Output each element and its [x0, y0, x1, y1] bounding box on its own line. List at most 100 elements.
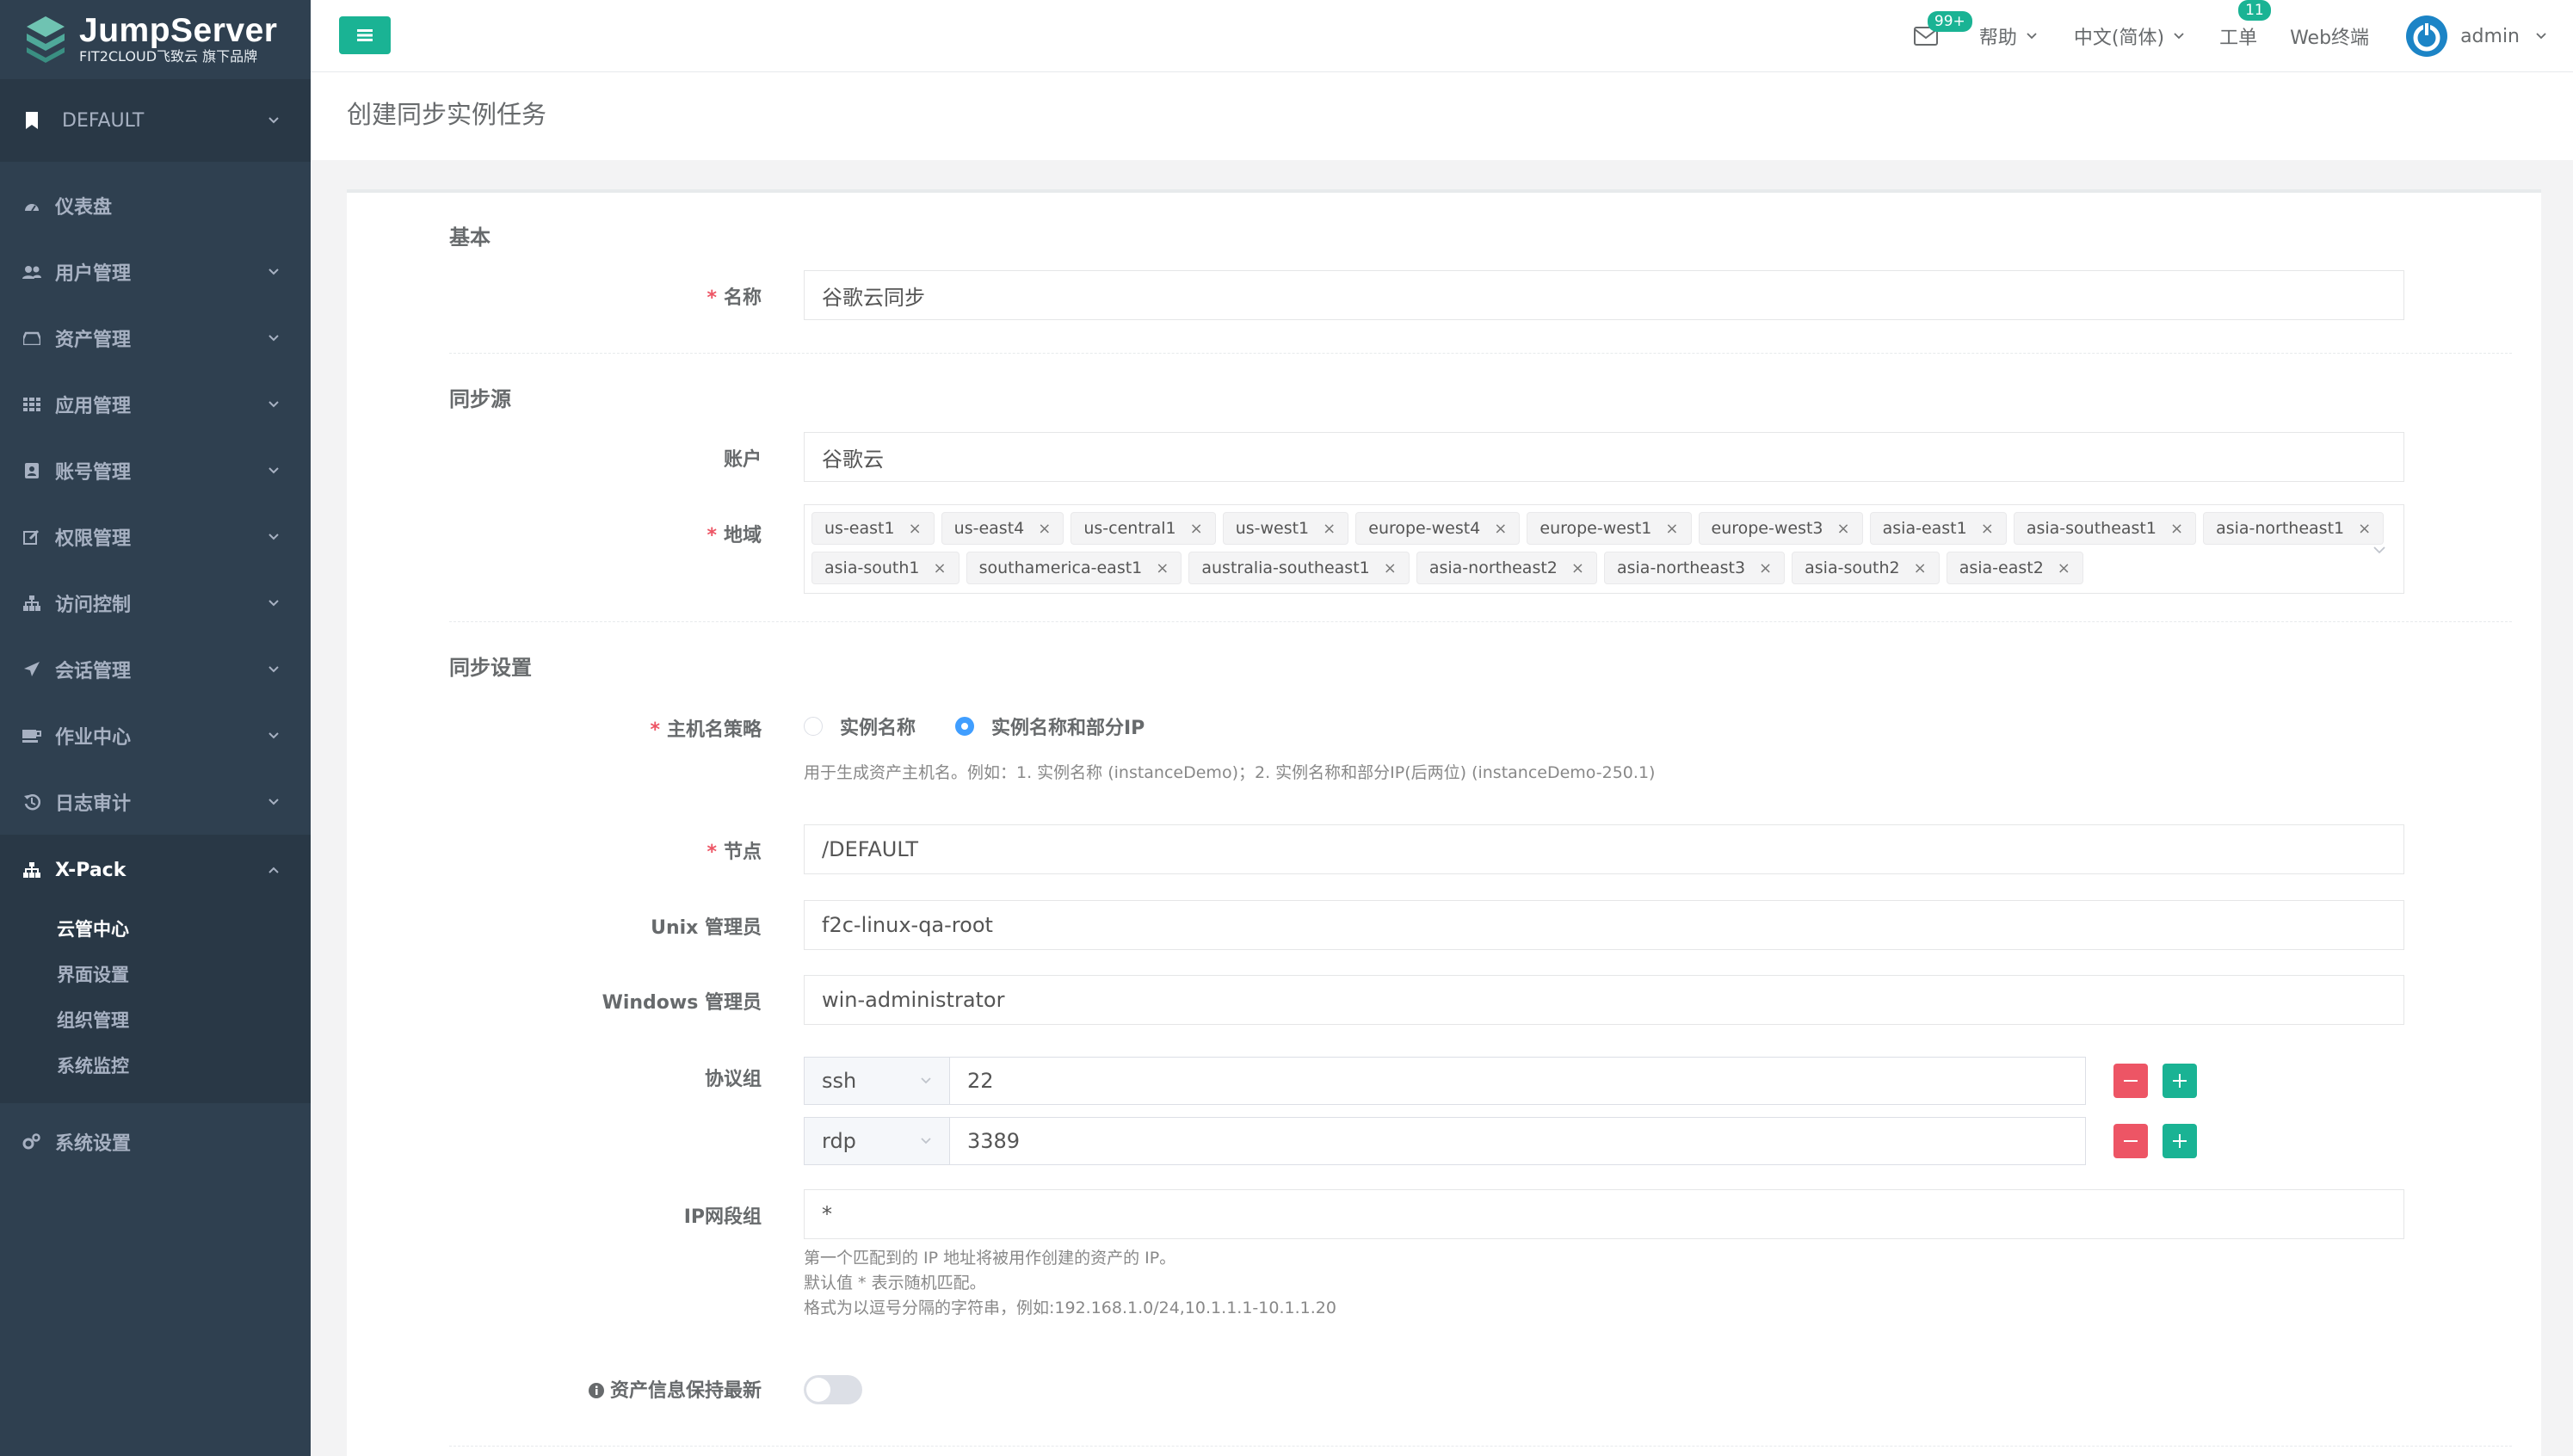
sitemap-icon [22, 861, 41, 879]
close-icon[interactable]: × [1759, 559, 1772, 577]
region-tag: asia-northeast3 × [1603, 552, 1786, 584]
windows-admin-label: Windows 管理员 [602, 992, 762, 1014]
close-icon[interactable]: × [1190, 520, 1203, 538]
plus-icon [2173, 1074, 2187, 1088]
region-tag: asia-east2 × [1946, 552, 2083, 584]
region-tag: asia-northeast1 × [2203, 512, 2385, 545]
tickets-badge: 11 [2238, 0, 2271, 21]
web-terminal-link[interactable]: Web终端 [2290, 22, 2369, 50]
org-select[interactable]: DEFAULT [0, 79, 311, 162]
protocol-select[interactable]: rdp [804, 1117, 950, 1165]
user-menu[interactable]: admin [2405, 15, 2547, 58]
section-settings: 同步设置 [449, 656, 532, 680]
close-icon[interactable]: × [1494, 520, 1507, 538]
close-icon[interactable]: × [1914, 559, 1927, 577]
messages-badge: 99+ [1927, 11, 1972, 32]
sidebar-item-label: 日志审计 [55, 793, 132, 815]
remove-protocol-button[interactable] [2113, 1064, 2148, 1098]
chevron-down-icon [268, 117, 279, 124]
region-tag: australia-southeast1 × [1188, 552, 1410, 584]
close-icon[interactable]: × [1665, 520, 1678, 538]
bars-icon [357, 29, 373, 41]
chevron-down-icon [268, 599, 279, 606]
rocket-icon [22, 660, 41, 679]
chevron-down-icon [268, 731, 279, 738]
add-protocol-button[interactable] [2163, 1064, 2197, 1098]
region-tag: southamerica-east1 × [966, 552, 1182, 584]
sidebar-item-audits[interactable]: 日志审计 [0, 768, 311, 835]
plus-icon [2173, 1134, 2187, 1148]
sidebar-item-apps[interactable]: 应用管理 [0, 371, 311, 437]
inbox-icon [22, 329, 41, 348]
sidebar-subitem-monitor[interactable]: 系统监控 [0, 1042, 311, 1088]
users-icon [22, 262, 41, 281]
close-icon[interactable]: × [1038, 520, 1051, 538]
windows-admin-select[interactable]: win-administrator [804, 975, 2404, 1025]
protocol-select[interactable]: ssh [804, 1057, 950, 1105]
keep-latest-switch[interactable] [804, 1375, 862, 1404]
sidebar-item-ops[interactable]: 作业中心 [0, 702, 311, 768]
tickets-link[interactable]: 工单 11 [2219, 0, 2271, 50]
region-tag: europe-west4 × [1355, 512, 1521, 545]
close-icon[interactable]: × [1981, 520, 1994, 538]
sidebar-item-settings[interactable]: 系统设置 [0, 1108, 311, 1175]
close-icon[interactable]: × [1323, 520, 1336, 538]
logo[interactable]: JumpServer FIT2CLOUD飞致云 旗下品牌 [0, 0, 311, 79]
region-tag-label: europe-west3 [1711, 519, 1823, 538]
close-icon[interactable]: × [2058, 559, 2070, 577]
sidebar-item-label: 账号管理 [55, 461, 132, 484]
grid-icon [22, 395, 41, 414]
chevron-down-icon [2027, 33, 2037, 40]
sidebar-item-assets[interactable]: 资产管理 [0, 305, 311, 371]
region-tag-label: asia-east2 [1959, 558, 2044, 577]
region-tag-label: asia-east1 [1882, 519, 1967, 538]
close-icon[interactable]: × [1384, 559, 1397, 577]
region-tag-label: australia-southeast1 [1201, 558, 1370, 577]
add-protocol-button[interactable] [2163, 1124, 2197, 1158]
sidebar-item-dashboard[interactable]: 仪表盘 [0, 172, 311, 238]
sidebar-item-sessions[interactable]: 会话管理 [0, 636, 311, 702]
close-icon[interactable]: × [1837, 520, 1850, 538]
account-select[interactable]: 谷歌云 [804, 432, 2404, 482]
ip-group-input[interactable]: * [804, 1189, 2404, 1239]
protocol-port-input[interactable]: 3389 [950, 1117, 2086, 1165]
chevron-down-icon [921, 1077, 931, 1084]
remove-protocol-button[interactable] [2113, 1124, 2148, 1158]
brand-subtitle: FIT2CLOUD飞致云 旗下品牌 [79, 48, 258, 65]
close-icon[interactable]: × [1156, 559, 1169, 577]
close-icon[interactable]: × [2170, 520, 2183, 538]
sidebar-toggle-button[interactable] [339, 16, 391, 54]
node-select[interactable]: /DEFAULT [804, 824, 2404, 874]
messages-button[interactable]: 99+ [1913, 11, 1972, 46]
close-icon[interactable]: × [909, 520, 922, 538]
sidebar-item-label: 资产管理 [55, 329, 132, 351]
help-menu[interactable]: 帮助 [1979, 22, 2038, 50]
sidebar-item-acl[interactable]: 访问控制 [0, 570, 311, 636]
close-icon[interactable]: × [2358, 520, 2371, 538]
sidebar-subitem-orgs[interactable]: 组织管理 [0, 996, 311, 1042]
regions-multiselect[interactable]: us-east1 × us-east4 × us-central1 × us-west1 × e… [804, 504, 2404, 594]
close-icon[interactable]: × [1571, 559, 1584, 577]
sidebar-item-xpack[interactable]: X-Pack [0, 835, 311, 905]
hostname-radio-name-and-ip[interactable]: 实例名称和部分IP [955, 713, 1145, 740]
sidebar-item-users[interactable]: 用户管理 [0, 238, 311, 305]
sidebar-item-perms[interactable]: 权限管理 [0, 503, 311, 570]
sidebar-item-label: X-Pack [55, 859, 126, 881]
sidebar-subitem-cloud[interactable]: 云管中心 [0, 905, 311, 951]
unix-admin-select[interactable]: f2c-linux-qa-root [804, 900, 2404, 950]
region-tag: asia-southeast1 × [2013, 512, 2197, 545]
sidebar: JumpServer FIT2CLOUD飞致云 旗下品牌 DEFAULT 仪表盘… [0, 0, 311, 1456]
language-menu[interactable]: 中文(简体) [2074, 22, 2185, 50]
sidebar-item-accounts[interactable]: 账号管理 [0, 437, 311, 503]
region-tag: europe-west3 × [1698, 512, 1863, 545]
protocol-port-input[interactable]: 22 [950, 1057, 2086, 1105]
top-navbar: 99+ 帮助 中文(简体) 工单 11 Web终端 admin [311, 0, 2573, 72]
sidebar-item-label: 访问控制 [55, 594, 132, 616]
regions-row: us-east1 × us-east4 × us-central1 × us-west1 × e… [811, 510, 2397, 550]
name-input[interactable]: 谷歌云同步 [804, 270, 2404, 320]
hostname-radio-instance-name[interactable]: 实例名称 [804, 713, 916, 740]
sidebar-subitem-interface[interactable]: 界面设置 [0, 951, 311, 996]
region-tag-label: asia-northeast2 [1428, 558, 1558, 577]
close-icon[interactable]: × [933, 559, 946, 577]
region-tag-label: asia-northeast1 [2216, 519, 2345, 538]
